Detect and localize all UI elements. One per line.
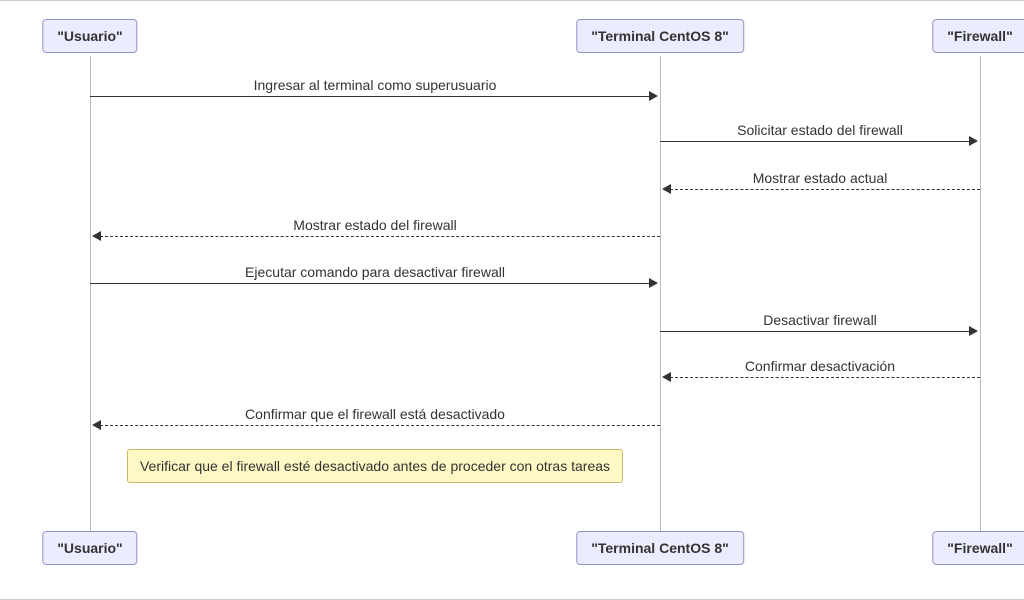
actor-box-terminal-bottom: "Terminal CentOS 8" [576,531,744,565]
msg-label-1: Solicitar estado del firewall [737,122,903,138]
arrow-head-7 [92,420,101,430]
lifeline-terminal [660,56,661,531]
note-box: Verificar que el firewall esté desactiva… [127,449,623,483]
arrow-head-2 [662,184,671,194]
msg-arrow-7 [100,425,660,426]
msg-label-4: Ejecutar comando para desactivar firewal… [245,264,505,280]
arrow-head-0 [649,91,658,101]
lifeline-usuario [90,56,91,531]
actor-box-firewall-bottom: "Firewall" [932,531,1024,565]
msg-label-2: Mostrar estado actual [753,170,888,186]
msg-label-5: Desactivar firewall [763,312,877,328]
msg-arrow-4 [90,283,650,284]
msg-label-3: Mostrar estado del firewall [293,217,456,233]
actor-box-firewall-top: "Firewall" [932,19,1024,53]
msg-arrow-1 [660,141,970,142]
sequence-diagram: "Usuario" "Terminal CentOS 8" "Firewall"… [0,0,1024,600]
msg-arrow-3 [100,236,660,237]
actor-box-usuario-bottom: "Usuario" [42,531,137,565]
msg-arrow-0 [90,96,650,97]
actor-box-terminal-top: "Terminal CentOS 8" [576,19,744,53]
msg-label-0: Ingresar al terminal como superusuario [254,77,497,93]
msg-arrow-2 [670,189,980,190]
msg-label-6: Confirmar desactivación [745,358,895,374]
arrow-head-6 [662,372,671,382]
msg-arrow-5 [660,331,970,332]
msg-label-7: Confirmar que el firewall está desactiva… [245,406,505,422]
arrow-head-4 [649,278,658,288]
lifeline-firewall [980,56,981,531]
arrow-head-5 [969,326,978,336]
arrow-head-1 [969,136,978,146]
actor-box-usuario-top: "Usuario" [42,19,137,53]
arrow-head-3 [92,231,101,241]
msg-arrow-6 [670,377,980,378]
